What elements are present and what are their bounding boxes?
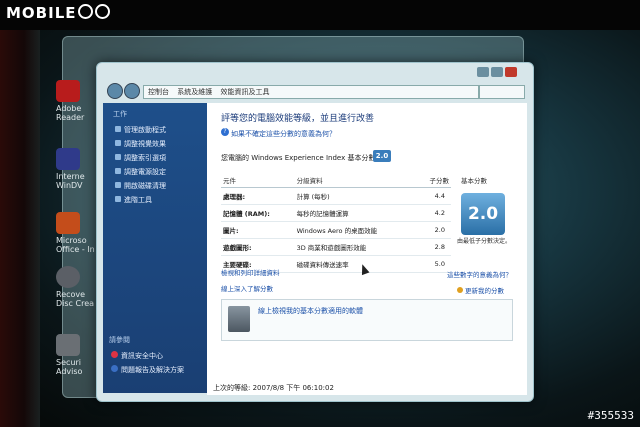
table-row: 記憶體 (RAM): 每秒的記憶體運算 4.2 bbox=[221, 204, 451, 222]
see-also-label: 資訊安全中心 bbox=[121, 352, 163, 360]
detail-cell: 計算 (每秒) bbox=[294, 187, 417, 205]
update-score-label: 更新我的分數 bbox=[465, 287, 504, 295]
detail-cell: 磁碟資料傳送速率 bbox=[294, 255, 417, 273]
subscore-cell: 2.8 bbox=[416, 238, 451, 256]
detail-cell: Windows Aero 的桌面效能 bbox=[294, 221, 417, 239]
breadcrumb-item[interactable]: 效能資訊及工具 bbox=[220, 88, 269, 96]
component-cell: 圖片: bbox=[221, 221, 295, 239]
sidebar-title: 工作 bbox=[113, 110, 127, 118]
sidebar-item-disk-cleanup[interactable]: 開啟磁碟清理 bbox=[103, 179, 207, 193]
sidebar-item-visual-effects[interactable]: 調整視覺效果 bbox=[103, 137, 207, 151]
page-title: 評等您的電腦效能等級，並且進行改善 bbox=[221, 114, 375, 124]
badge-caption: 由最低子分數決定。 bbox=[457, 238, 512, 245]
maximize-button[interactable] bbox=[491, 67, 503, 77]
detail-cell: 3D 商業和遊戲圖形效能 bbox=[294, 238, 417, 256]
breadcrumb-item[interactable]: 系統及維護 bbox=[177, 88, 212, 96]
breadcrumb-item[interactable]: 控制台 bbox=[148, 88, 169, 96]
security-center-icon bbox=[111, 351, 118, 358]
desktop-icon-label: Securi Adviso bbox=[56, 358, 83, 376]
photo-top-border: MOBILE bbox=[0, 0, 640, 30]
task-icon bbox=[115, 140, 121, 146]
task-icon bbox=[115, 196, 121, 202]
sidebar-item-label: 開啟磁碟清理 bbox=[124, 182, 166, 190]
component-cell: 遊戲圖形: bbox=[221, 238, 295, 256]
close-button[interactable] bbox=[505, 67, 517, 77]
sidebar-item-startup[interactable]: 管理啟動程式 bbox=[103, 123, 207, 137]
forward-button[interactable] bbox=[124, 83, 140, 99]
base-score-small-badge: 2.0 bbox=[373, 150, 391, 162]
desktop-icon-label: Recove Disc Crea bbox=[56, 290, 95, 308]
online-software-link[interactable]: 線上檢視我的基本分數適用的軟體 bbox=[258, 306, 363, 316]
brand-logo: MOBILE bbox=[6, 4, 111, 22]
brand-ring-icon bbox=[77, 4, 93, 19]
task-sidebar: 工作 管理啟動程式 調整視覺效果 調整索引選項 調整電源設定 開啟磁碟清理 進階… bbox=[103, 103, 207, 393]
photo-frame: MOBILE Adobe Reader Interne WinDV Micros… bbox=[0, 0, 640, 427]
base-score-header: 基本分數 bbox=[461, 177, 487, 185]
photo-id: #355533 bbox=[587, 409, 634, 422]
score-table: 元件 分級資料 子分數 處理器: 計算 (每秒) 4.4 記憶體 (RAM): … bbox=[221, 173, 451, 273]
see-also-label: 問題報告及解決方案 bbox=[121, 366, 184, 374]
pdf-icon bbox=[56, 80, 80, 102]
minimize-button[interactable] bbox=[477, 67, 489, 77]
left-edge-strip bbox=[0, 30, 40, 427]
sidebar-item-indexing[interactable]: 調整索引選項 bbox=[103, 151, 207, 165]
column-header-detail: 分級資料 bbox=[294, 173, 417, 188]
detail-cell: 每秒的記憶體運算 bbox=[294, 204, 417, 222]
subscore-cell: 2.0 bbox=[416, 221, 451, 239]
subscore-cell: 4.4 bbox=[416, 187, 451, 205]
see-also-security-center[interactable]: 資訊安全中心 bbox=[111, 351, 209, 361]
task-icon bbox=[115, 168, 121, 174]
view-details-link[interactable]: 檢視和列印詳細資料 bbox=[221, 267, 280, 277]
dvd-player-icon bbox=[56, 148, 80, 170]
component-cell: 處理器: bbox=[221, 187, 295, 205]
sidebar-item-label: 管理啟動程式 bbox=[124, 126, 166, 134]
performance-info-window: 控制台 系統及維護 效能資訊及工具 工作 管理啟動程式 調整視覺效果 調整索引選… bbox=[96, 62, 534, 402]
table-row: 圖片: Windows Aero 的桌面效能 2.0 bbox=[221, 221, 451, 239]
desktop-icons: Adobe Reader Interne WinDV Microso Offic… bbox=[52, 40, 102, 420]
address-bar[interactable]: 控制台 系統及維護 效能資訊及工具 bbox=[143, 85, 479, 99]
shield-icon bbox=[56, 334, 80, 356]
help-icon: ? bbox=[221, 128, 229, 136]
task-icon bbox=[115, 126, 121, 132]
table-row: 遊戲圖形: 3D 商業和遊戲圖形效能 2.8 bbox=[221, 238, 451, 256]
online-software-box[interactable]: 線上檢視我的基本分數適用的軟體 bbox=[221, 299, 513, 341]
disc-icon bbox=[56, 266, 80, 288]
sidebar-item-advanced-tools[interactable]: 進階工具 bbox=[103, 193, 207, 207]
column-header-subscore: 子分數 bbox=[416, 173, 451, 188]
component-cell: 記憶體 (RAM): bbox=[221, 204, 295, 222]
update-score-link[interactable]: 更新我的分數 bbox=[457, 285, 504, 295]
task-icon bbox=[115, 182, 121, 188]
task-icon bbox=[115, 154, 121, 160]
search-input[interactable] bbox=[479, 85, 525, 99]
desktop-icon-label: Microso Office - In bbox=[56, 236, 95, 254]
sidebar-item-label: 調整視覺效果 bbox=[124, 140, 166, 148]
help-link[interactable]: 如果不確定這些分數的意義為何？ bbox=[231, 129, 336, 139]
software-icon bbox=[228, 306, 250, 332]
see-also-problem-reports[interactable]: 問題報告及解決方案 bbox=[111, 365, 209, 375]
column-header-component: 元件 bbox=[221, 173, 295, 188]
table-header-row: 元件 分級資料 子分數 bbox=[221, 173, 451, 188]
learn-more-link[interactable]: 線上深入了解分數 bbox=[221, 283, 273, 293]
office-icon bbox=[56, 212, 80, 234]
desktop-icon-label: Interne WinDV bbox=[56, 172, 85, 190]
table-row: 處理器: 計算 (每秒) 4.4 bbox=[221, 187, 451, 205]
brand-text: MOBILE bbox=[6, 4, 77, 22]
see-also-title: 請參閱 bbox=[109, 336, 130, 344]
sidebar-item-label: 調整電源設定 bbox=[124, 168, 166, 176]
main-content: 評等您的電腦效能等級，並且進行改善 ? 如果不確定這些分數的意義為何？ 您電腦的… bbox=[207, 103, 527, 395]
desktop-icon-label: Adobe Reader bbox=[56, 104, 85, 122]
base-score-text: 您電腦的 Windows Experience Index 基本分數為 bbox=[221, 154, 383, 162]
brand-ring-icon-2 bbox=[94, 4, 110, 19]
subscore-cell: 5.0 bbox=[416, 255, 451, 273]
sidebar-item-label: 進階工具 bbox=[124, 196, 152, 204]
last-rated-text: 上次的等級: 2007/8/8 下午 06:10:02 bbox=[213, 384, 334, 392]
base-score-badge: 2.0 bbox=[461, 193, 505, 235]
sidebar-item-label: 調整索引選項 bbox=[124, 154, 166, 162]
back-button[interactable] bbox=[107, 83, 123, 99]
what-does-it-mean-link[interactable]: 這些數字的意義為何？ bbox=[447, 269, 512, 279]
problem-reports-icon bbox=[111, 365, 118, 372]
shield-icon bbox=[457, 287, 463, 293]
sidebar-item-power[interactable]: 調整電源設定 bbox=[103, 165, 207, 179]
subscore-cell: 4.2 bbox=[416, 204, 451, 222]
